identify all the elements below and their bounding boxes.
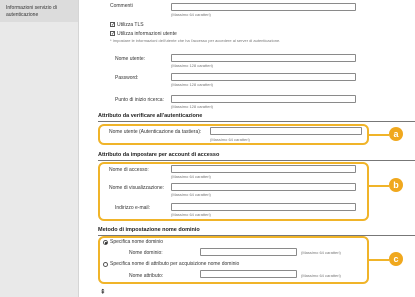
username-hint: (Massimo 128 caratteri) <box>171 63 214 68</box>
login-name-label: Nome di accesso: <box>109 167 149 173</box>
username-label: Nome utente: <box>115 56 146 62</box>
email-input[interactable] <box>171 203 356 211</box>
use-tls-checkbox[interactable]: ✓ <box>110 22 115 28</box>
comments-input[interactable] <box>171 3 356 11</box>
specify-attr-label: Specifica nome di attributo per acquisiz… <box>110 261 240 267</box>
email-label: Indirizzo e-mail: <box>115 205 151 211</box>
auth-attr-divider <box>98 121 415 122</box>
callout-a-marker: a <box>389 127 403 141</box>
specify-domain-label: Specifica nome dominio <box>110 239 164 245</box>
comments-hint: (Massimo 64 caratteri) <box>171 12 211 17</box>
callout-b-connector <box>369 185 389 187</box>
username-input[interactable] <box>171 54 356 62</box>
domain-name-input[interactable] <box>200 248 297 256</box>
access-attr-header: Attributo da impostare per account di ac… <box>98 152 220 158</box>
specify-domain-radio[interactable] <box>103 240 108 245</box>
password-label: Password: <box>115 75 139 81</box>
username-keys-hint: (Massimo 64 caratteri) <box>210 137 250 142</box>
email-hint: (Massimo 64 caratteri) <box>171 212 211 217</box>
login-name-hint: (Massimo 64 caratteri) <box>171 174 211 179</box>
search-start-input[interactable] <box>171 95 356 103</box>
login-name-input[interactable] <box>171 165 356 173</box>
sidebar-item-auth-service-info[interactable]: Informazioni servizio di autenticazione <box>0 0 78 22</box>
use-user-info-label: Utilizza informazioni utente <box>117 31 177 37</box>
use-tls-label: Utilizza TLS <box>117 22 144 28</box>
display-name-input[interactable] <box>171 183 356 191</box>
callout-b-marker: b <box>389 178 403 192</box>
username-keys-input[interactable] <box>210 127 362 135</box>
auth-note: * Impostare le informazioni dell'utente … <box>110 38 281 43</box>
domain-header: Metodo di impostazione nome dominio <box>98 227 200 233</box>
display-name-hint: (Massimo 64 caratteri) <box>171 192 211 197</box>
sidebar-item-label-line2: autenticazione <box>6 12 39 18</box>
attr-name-label: Nome attributo: <box>129 273 164 279</box>
username-keys-label: Nome utente (Autenticazione da tastiera)… <box>109 129 202 135</box>
domain-name-hint: (Massimo 64 caratteri) <box>301 250 341 255</box>
callout-c-connector <box>369 259 389 261</box>
display-name-label: Nome di visualizzazione: <box>109 185 165 191</box>
specify-attr-radio[interactable] <box>103 262 108 267</box>
callout-c-marker: c <box>389 252 403 266</box>
password-input[interactable] <box>171 73 356 81</box>
scroll-cursor-icon: ⇞ <box>100 289 106 296</box>
auth-attr-header: Attributo da verificare all'autenticazio… <box>98 113 203 119</box>
use-user-info-checkbox[interactable]: ✓ <box>110 31 115 37</box>
attr-name-hint: (Massimo 64 caratteri) <box>301 273 341 278</box>
password-hint: (Massimo 128 caratteri) <box>171 82 214 87</box>
search-start-hint: (Massimo 128 caratteri) <box>171 104 214 109</box>
search-start-label: Punto di inizio ricerca: <box>115 97 164 103</box>
callout-a-connector <box>369 134 389 136</box>
sidebar-item-label-line1: Informazioni servizio di <box>6 5 57 11</box>
attr-name-input[interactable] <box>200 270 297 278</box>
domain-name-label: Nome dominio: <box>129 250 163 256</box>
access-attr-divider <box>98 160 415 161</box>
sidebar: Informazioni servizio di autenticazione <box>0 0 79 297</box>
main-content: Commenti (Massimo 64 caratteri) ✓ Utiliz… <box>79 0 415 297</box>
comments-label: Commenti <box>110 3 133 9</box>
